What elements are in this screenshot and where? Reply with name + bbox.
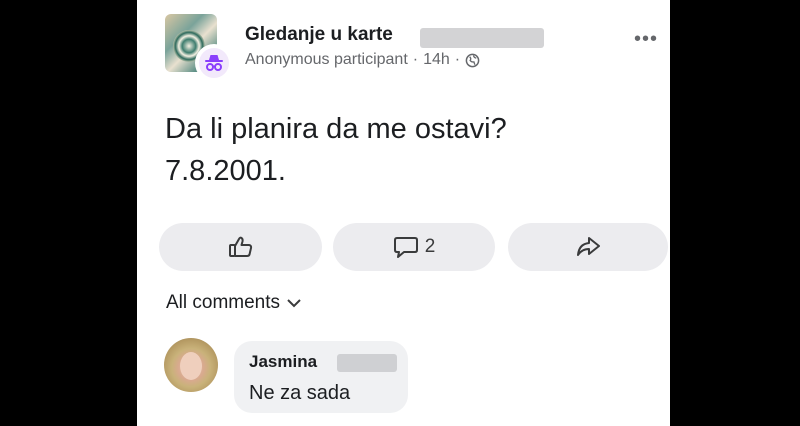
comments-filter-dropdown[interactable]: All comments bbox=[166, 292, 302, 314]
comments-filter-label: All comments bbox=[166, 292, 281, 313]
comment-button[interactable]: 2 bbox=[333, 223, 495, 271]
author-name: Anonymous participant bbox=[245, 51, 408, 68]
comment-count: 2 bbox=[424, 236, 436, 257]
thumbs-up-icon bbox=[228, 236, 252, 257]
more-options-icon[interactable]: ••• bbox=[634, 28, 658, 51]
comment-icon bbox=[393, 237, 418, 258]
post-text-line-2: 7.8.2001. bbox=[165, 155, 286, 187]
share-icon bbox=[577, 237, 600, 256]
meta-separator-2: · bbox=[454, 51, 461, 68]
anonymous-avatar bbox=[197, 46, 231, 80]
commenter-avatar[interactable] bbox=[164, 338, 218, 392]
post-card: Gledanje u karte Anonymous participant ·… bbox=[137, 0, 670, 426]
chevron-down-icon bbox=[287, 299, 301, 308]
post-text-line-1: Da li planira da me ostavi? bbox=[165, 113, 507, 145]
comment-text: Ne za sada bbox=[249, 382, 351, 404]
incognito-icon bbox=[205, 55, 223, 71]
group-name-link[interactable]: Gledanje u karte bbox=[245, 24, 393, 46]
post-time[interactable]: 14h bbox=[423, 51, 450, 69]
comment-bubble: Jasmina Ne za sada bbox=[234, 341, 408, 413]
commenter-name[interactable]: Jasmina bbox=[249, 352, 317, 372]
redacted-text bbox=[337, 354, 397, 372]
post-meta: Anonymous participant · 14h · bbox=[245, 51, 480, 69]
share-button[interactable] bbox=[508, 223, 668, 271]
meta-separator: · bbox=[412, 51, 419, 68]
globe-icon bbox=[465, 53, 480, 67]
redacted-text bbox=[420, 28, 544, 48]
like-button[interactable] bbox=[159, 223, 322, 271]
post-text: Da li planira da me ostavi? 7.8.2001. bbox=[165, 108, 507, 192]
